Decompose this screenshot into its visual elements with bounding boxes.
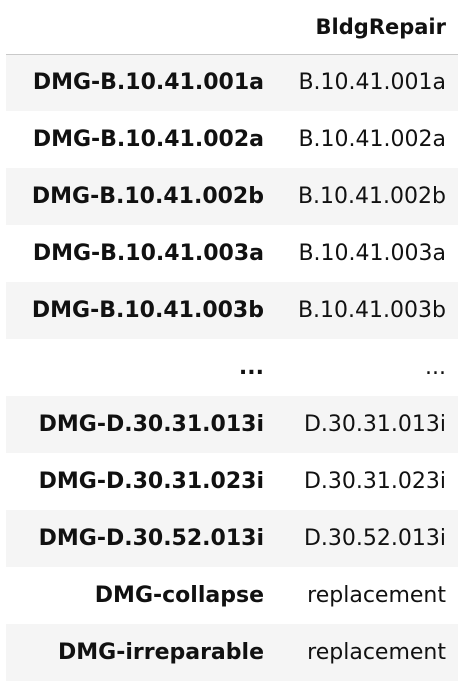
dataframe-table: BldgRepair DMG-B.10.41.001a B.10.41.001a… <box>6 0 458 681</box>
header-row: BldgRepair <box>6 0 458 55</box>
row-index: DMG-B.10.41.001a <box>32 70 264 96</box>
table-row: DMG-B.10.41.003b B.10.41.003b <box>6 282 458 339</box>
index-header-cell <box>6 0 272 55</box>
row-index: DMG-collapse <box>94 583 264 608</box>
row-index: DMG-B.10.41.002a <box>32 127 264 152</box>
row-value: B.10.41.003a <box>298 241 446 266</box>
row-index: DMG-B.10.41.002b <box>31 184 264 209</box>
row-index: DMG-D.30.31.013i <box>38 412 264 437</box>
row-value: B.10.41.003b <box>297 298 446 323</box>
row-value: B.10.41.002b <box>297 184 446 209</box>
table-row: DMG-D.30.31.023i D.30.31.023i <box>6 453 458 510</box>
ellipsis-row: ... ... <box>6 339 458 396</box>
table-row: DMG-B.10.41.002b B.10.41.002b <box>6 168 458 225</box>
row-value: replacement <box>307 640 446 665</box>
row-index: DMG-D.30.52.013i <box>38 526 264 551</box>
table-row: DMG-collapse replacement <box>6 567 458 624</box>
row-value-ellipsis: ... <box>425 355 446 380</box>
table-row: DMG-B.10.41.001a B.10.41.001a <box>6 54 458 111</box>
column-header-bldgrepair: BldgRepair <box>272 0 458 55</box>
row-index-ellipsis: ... <box>238 355 264 380</box>
table-row: DMG-B.10.41.003a B.10.41.003a <box>6 225 458 282</box>
row-index: DMG-irreparable <box>57 640 264 665</box>
row-value: replacement <box>307 583 446 608</box>
table-body: DMG-B.10.41.001a B.10.41.001a DMG-B.10.4… <box>6 54 458 681</box>
table-header: BldgRepair <box>6 0 458 55</box>
row-value: D.30.31.013i <box>303 412 446 437</box>
table-row: DMG-B.10.41.002a B.10.41.002a <box>6 111 458 168</box>
table-row: DMG-D.30.31.013i D.30.31.013i <box>6 396 458 453</box>
row-index: DMG-D.30.31.023i <box>38 469 264 494</box>
table-row: DMG-irreparable replacement <box>6 624 458 681</box>
row-index: DMG-B.10.41.003a <box>32 241 264 266</box>
row-value: D.30.31.023i <box>303 469 446 494</box>
table-row: DMG-D.30.52.013i D.30.52.013i <box>6 510 458 567</box>
row-value: B.10.41.002a <box>298 127 446 152</box>
dataframe-output: BldgRepair DMG-B.10.41.001a B.10.41.001a… <box>0 0 468 681</box>
row-index: DMG-B.10.41.003b <box>31 298 264 323</box>
row-value: D.30.52.013i <box>303 526 446 551</box>
row-value: B.10.41.001a <box>298 70 446 96</box>
